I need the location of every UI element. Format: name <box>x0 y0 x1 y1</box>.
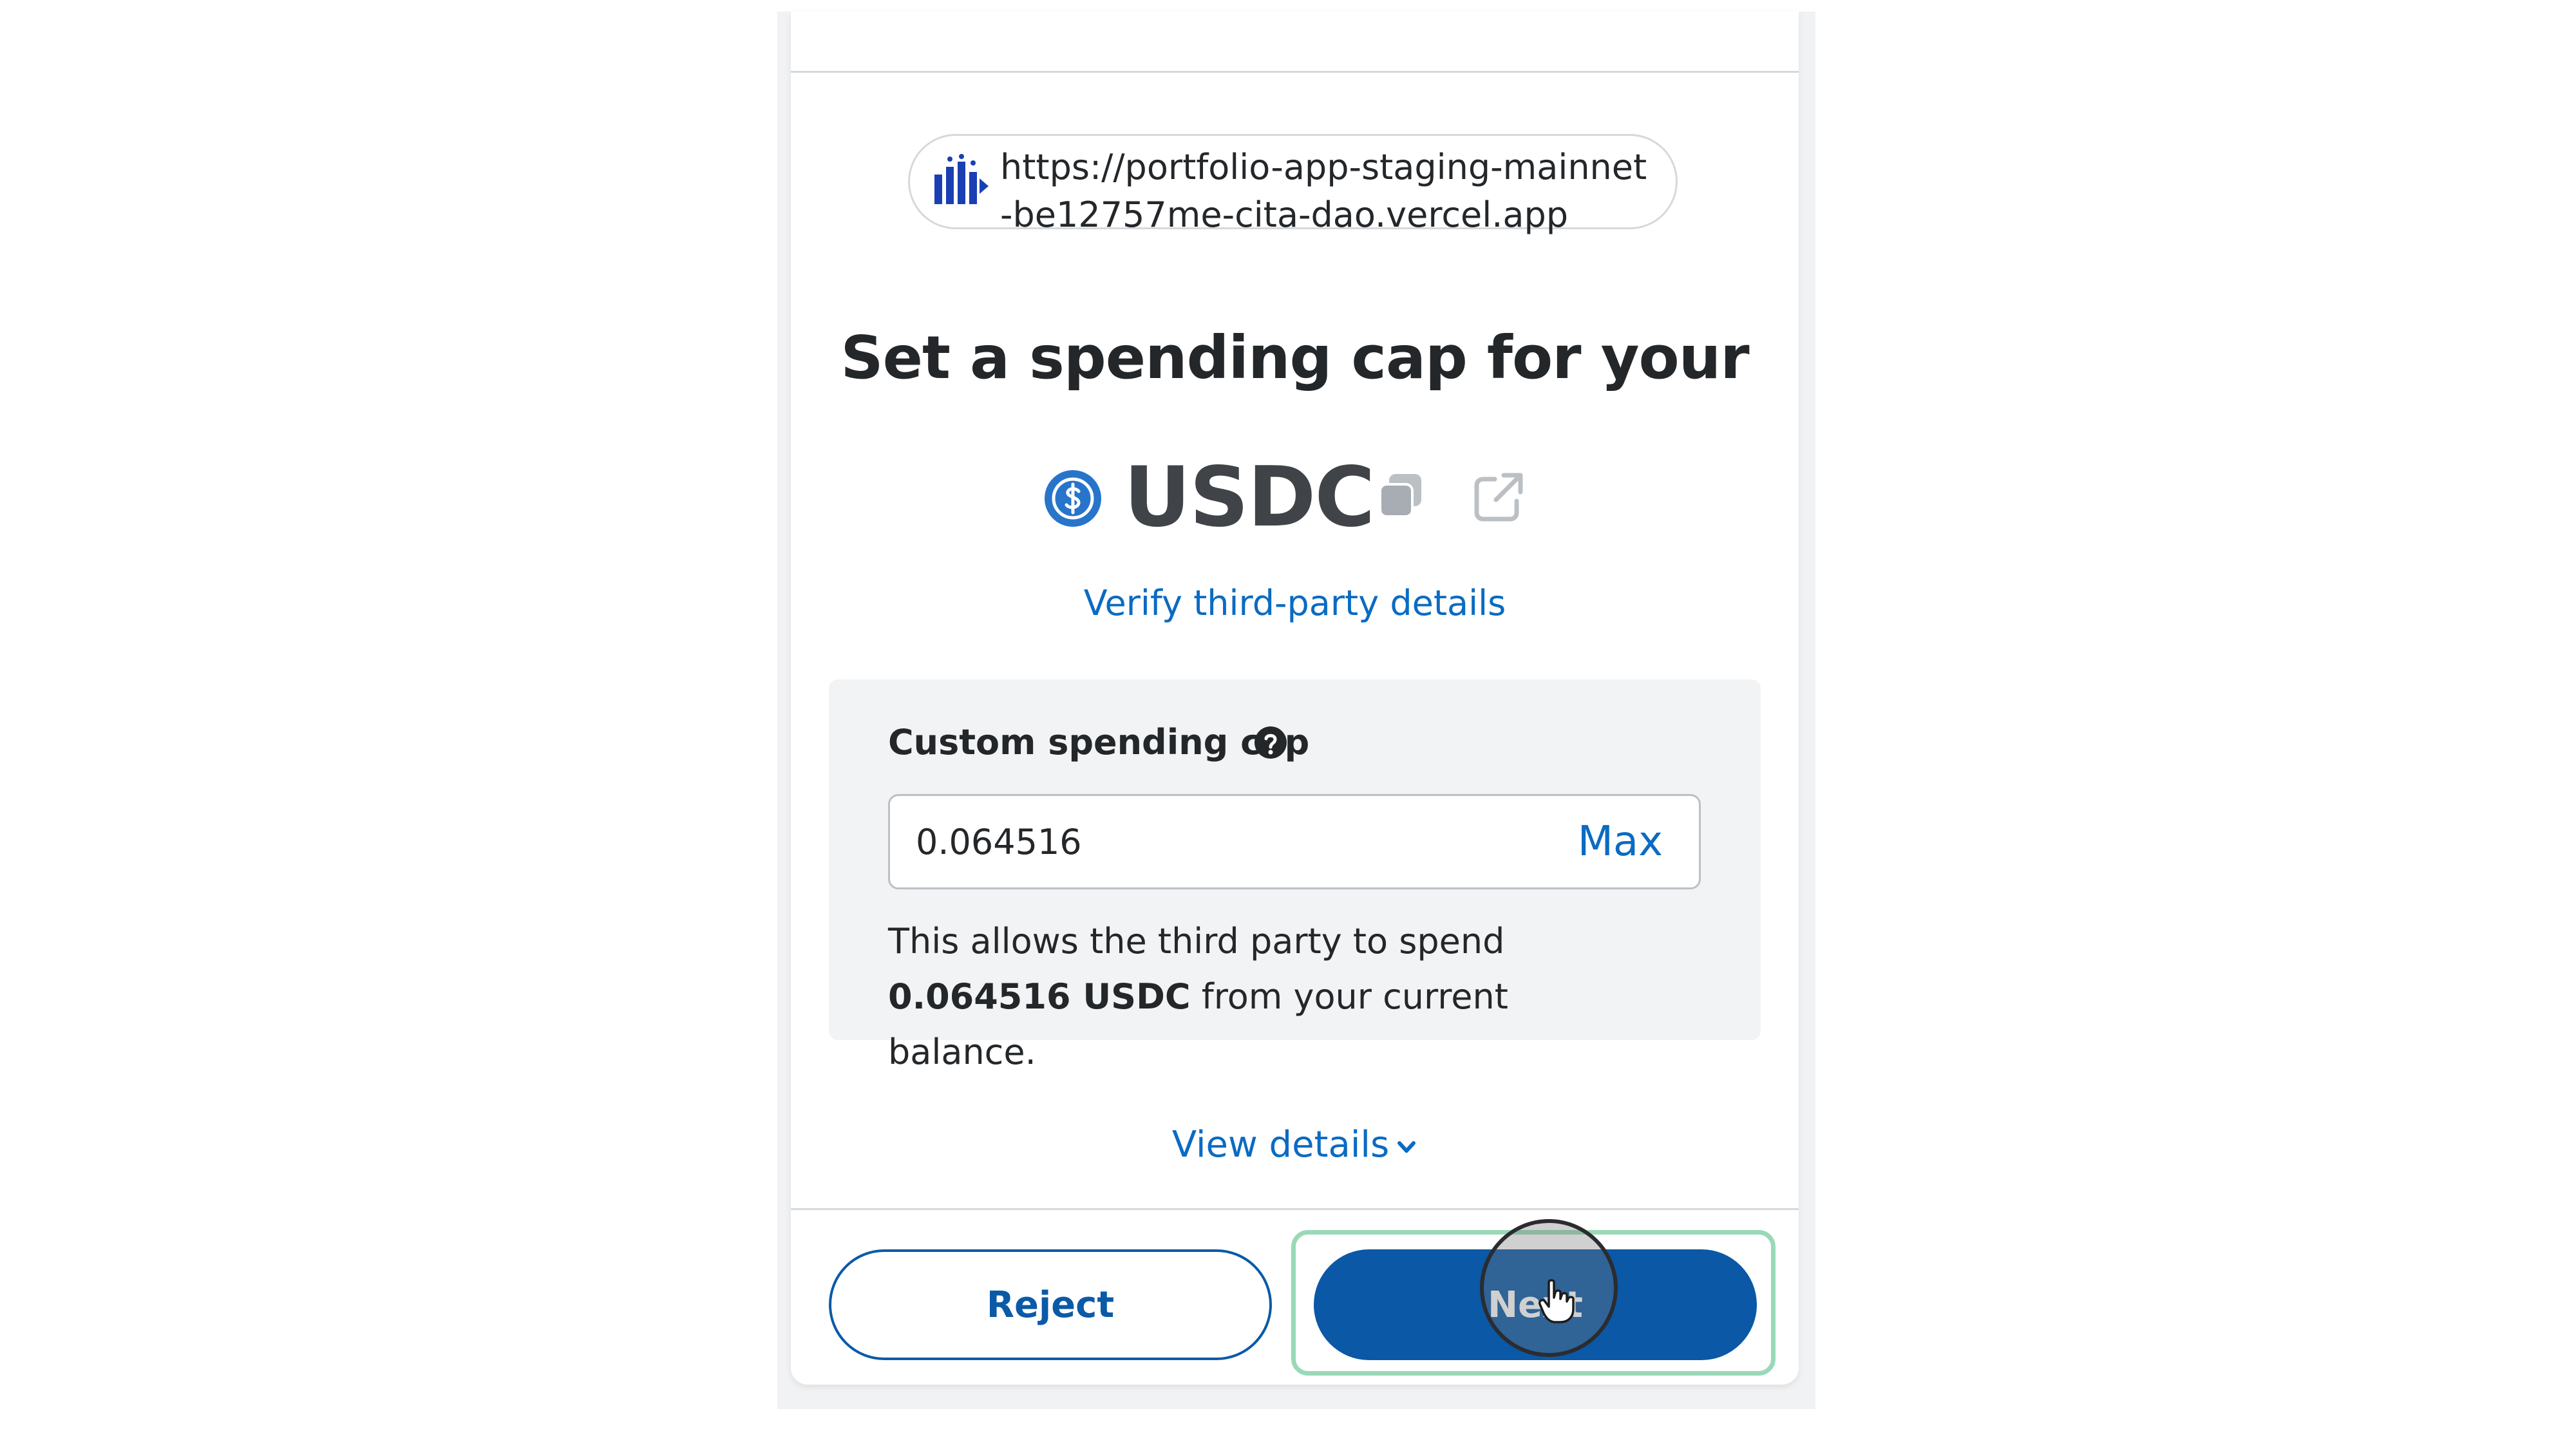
usdc-icon <box>1045 470 1101 527</box>
copy-icon[interactable] <box>1375 470 1426 522</box>
view-details-label: View details <box>1171 1124 1390 1166</box>
hand-pointer-icon <box>1538 1279 1575 1323</box>
token-row: USDC <box>1043 450 1558 545</box>
spending-cap-description: This allows the third party to spend 0.0… <box>888 914 1661 1080</box>
metamask-window: https://portfolio-app-staging-mainnet-be… <box>0 0 2576 1449</box>
footer-divider <box>791 1208 1799 1210</box>
max-button[interactable]: Max <box>1578 818 1663 866</box>
site-logo-icon <box>934 154 989 204</box>
custom-spending-cap-section: Custom spending cap Max This allows the … <box>829 679 1761 1072</box>
page-title: Set a spending cap for your <box>840 323 1749 392</box>
custom-spending-cap-label: Custom spending cap <box>888 722 1310 762</box>
spending-cap-input[interactable] <box>914 796 1497 887</box>
description-amount: 0.064516 USDC <box>888 976 1191 1017</box>
chevron-down-icon <box>1397 1141 1416 1153</box>
reject-button[interactable]: Reject <box>829 1249 1272 1360</box>
token-symbol: USDC <box>1124 450 1375 545</box>
site-origin-pill: https://portfolio-app-staging-mainnet-be… <box>908 134 1678 235</box>
verify-third-party-link[interactable]: Verify third-party details <box>791 583 1799 623</box>
help-icon[interactable] <box>1254 726 1287 759</box>
custom-spending-cap-field: Max <box>888 794 1701 889</box>
view-details-link[interactable]: View details <box>791 1124 1799 1166</box>
description-prefix: This allows the third party to spend <box>888 921 1505 961</box>
header-divider <box>791 71 1799 73</box>
site-origin-url: https://portfolio-app-staging-mainnet-be… <box>1000 147 1647 235</box>
external-link-icon[interactable] <box>1472 470 1526 524</box>
